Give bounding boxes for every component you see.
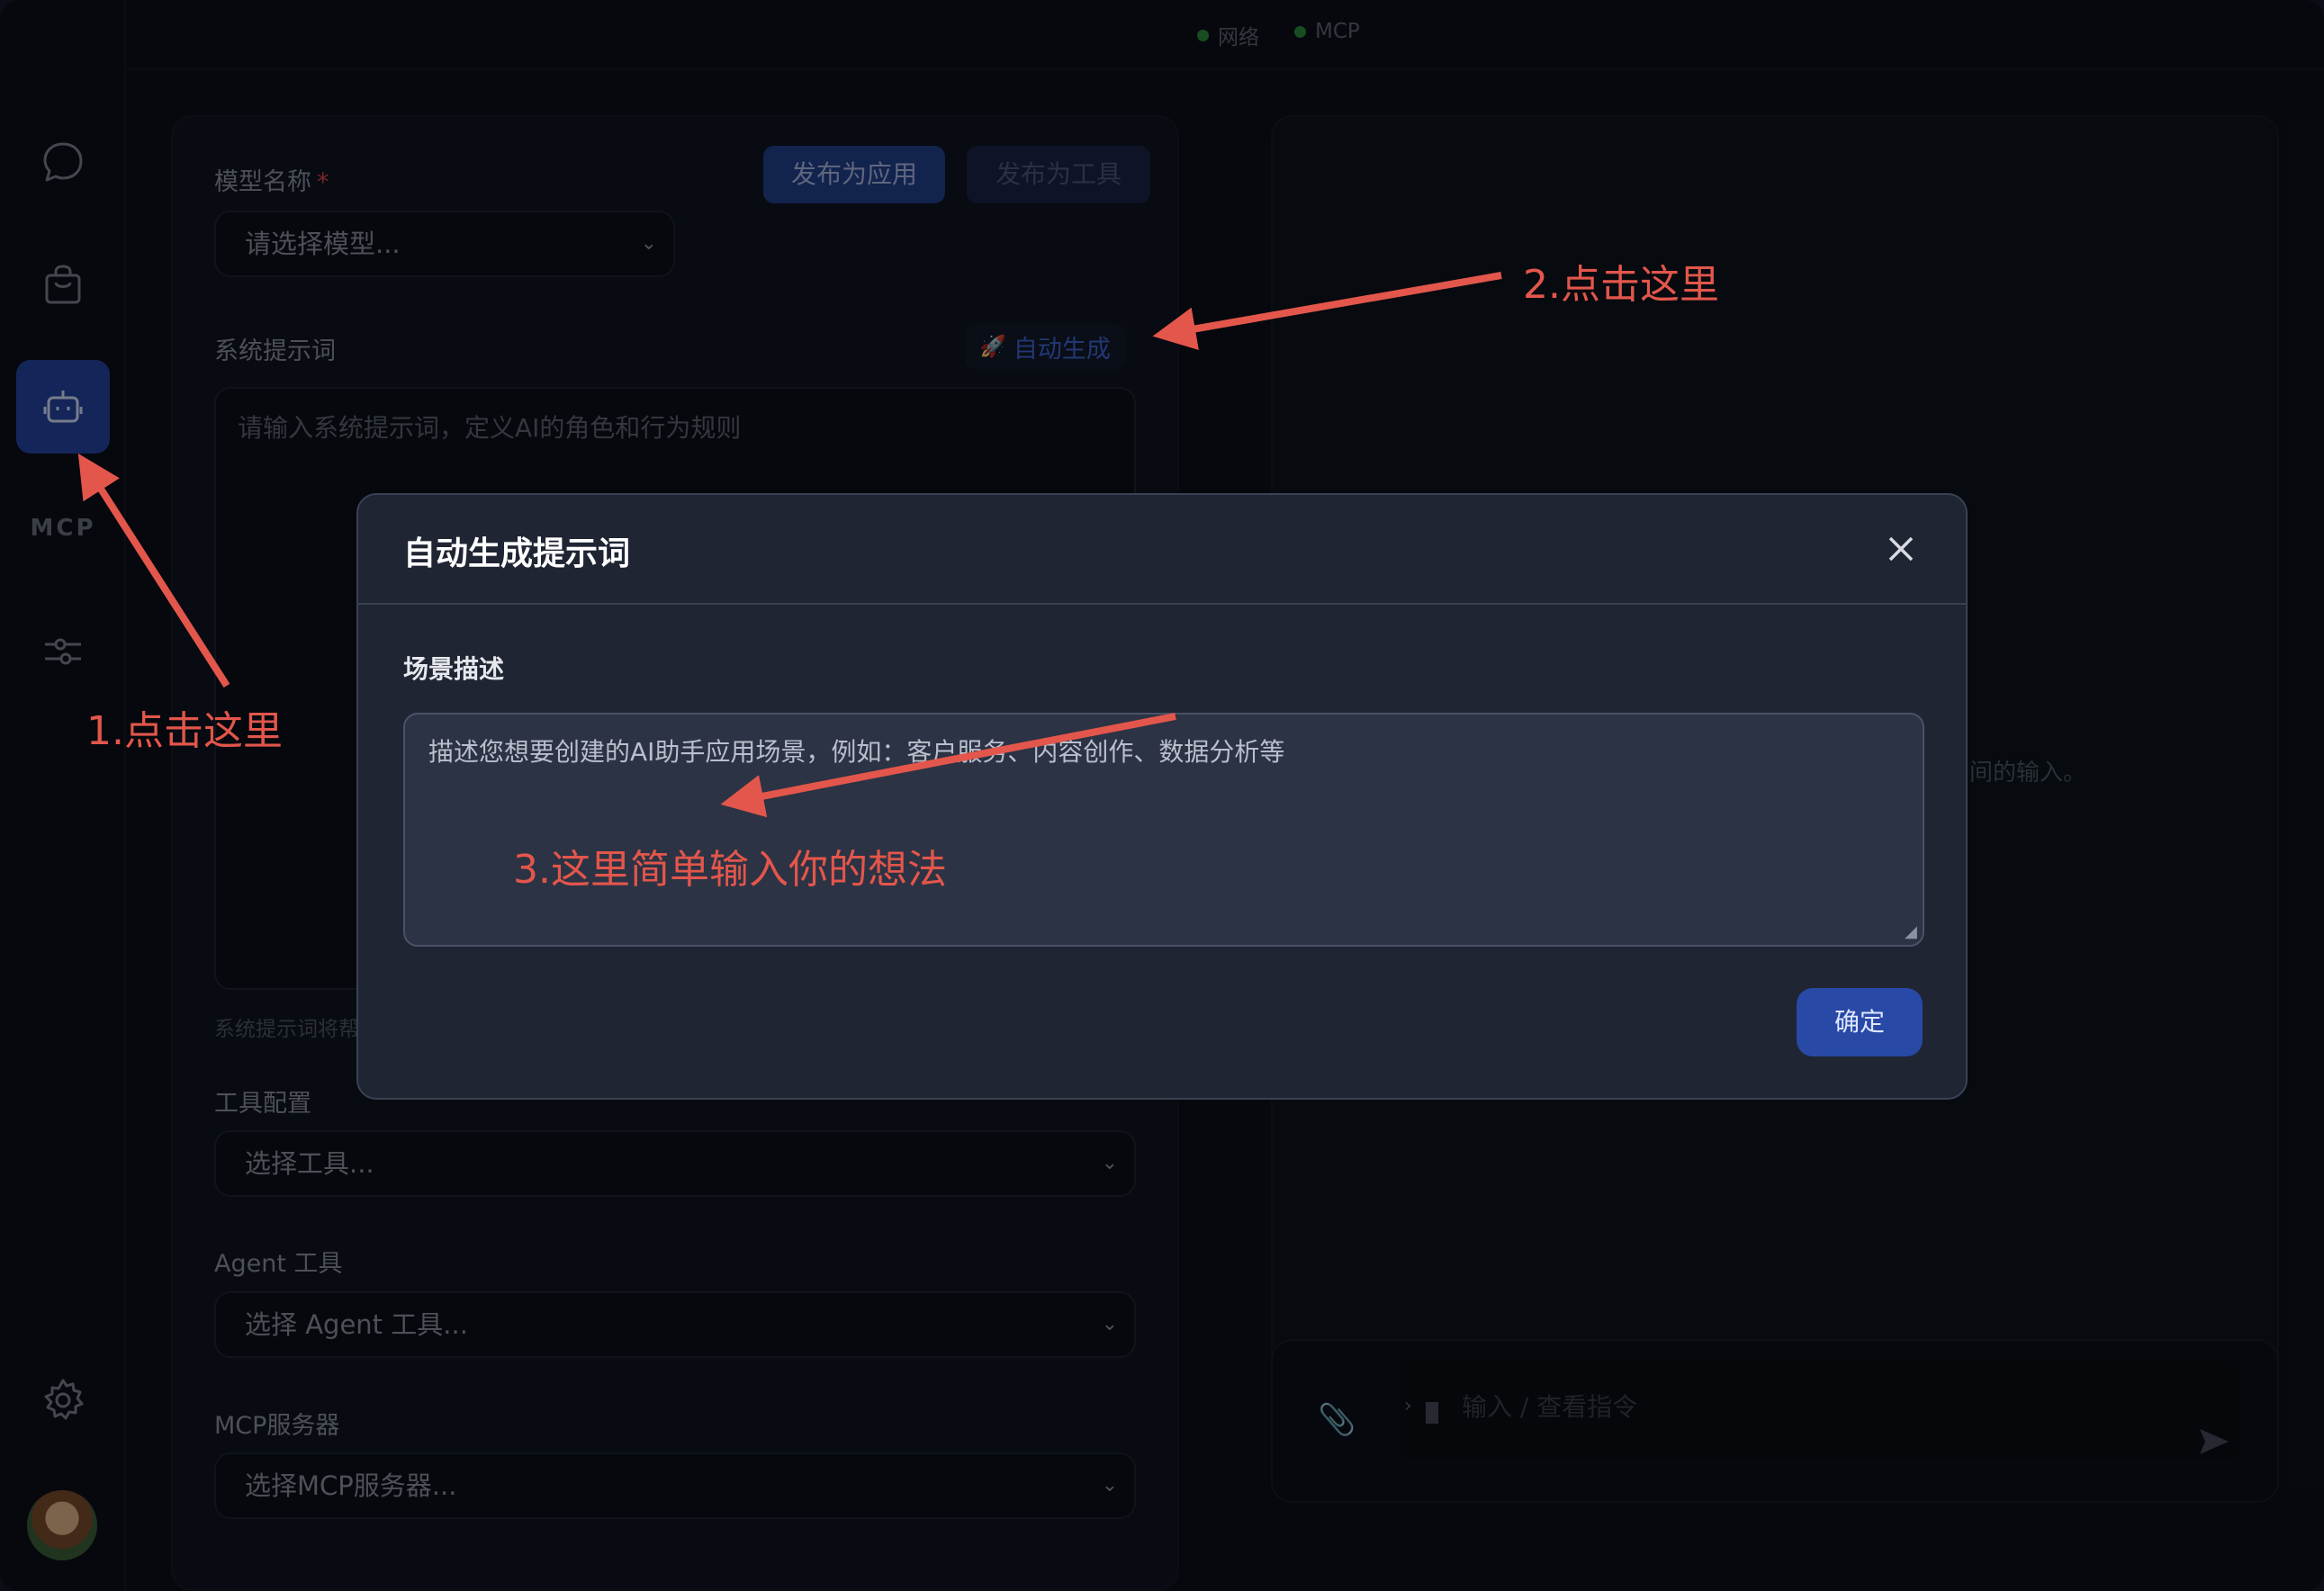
annotation-step1: 1.点击这里 (86, 708, 283, 754)
scene-description-textarea[interactable]: 描述您想要创建的AI助手应用场景，例如：客户服务、内容创作、数据分析等 ◢ (403, 713, 1924, 947)
annotation-step3: 3.这里简单输入你的想法 (513, 847, 947, 893)
auto-generate-dialog: 自动生成提示词 场景描述 描述您想要创建的AI助手应用场景，例如：客户服务、内容… (356, 493, 1968, 1100)
resize-grip-icon[interactable]: ◢ (1905, 922, 1917, 941)
confirm-button[interactable]: 确定 (1797, 988, 1923, 1056)
scene-description-label: 场景描述 (403, 654, 505, 684)
close-dialog-button[interactable] (1883, 531, 1919, 567)
annotation-step2: 2.点击这里 (1523, 262, 1719, 308)
app-window: 网络 MCP MCP 模型名称 * 发布为应用 发布为工具 请选择模型... ⌄… (0, 0, 2324, 1591)
dialog-title: 自动生成提示词 (403, 535, 631, 572)
scene-description-placeholder: 描述您想要创建的AI助手应用场景，例如：客户服务、内容创作、数据分析等 (428, 737, 1285, 767)
dialog-header: 自动生成提示词 (358, 495, 1966, 605)
close-icon (1888, 536, 1914, 562)
